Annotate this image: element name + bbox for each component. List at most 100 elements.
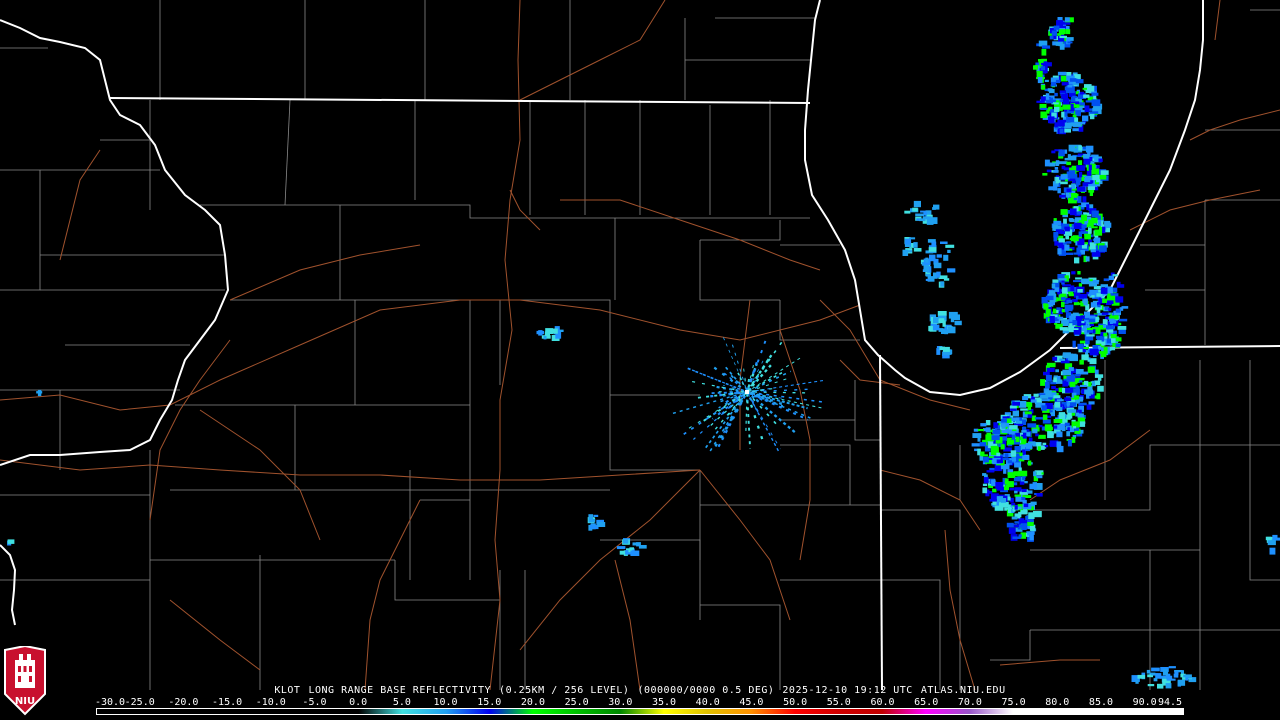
echo-cell — [1098, 219, 1102, 226]
colorbar-label: -10.0 — [255, 697, 286, 708]
colorbar-label: 10.0 — [433, 697, 458, 708]
echo-cell — [1064, 17, 1070, 22]
echo-cell — [1081, 214, 1088, 221]
echo-cell — [947, 249, 951, 253]
echo-cell — [986, 470, 995, 473]
echo-cell — [1012, 402, 1020, 406]
echo-cell — [971, 443, 980, 447]
echo-cell — [1118, 318, 1128, 322]
colorbar-label: 65.0 — [914, 697, 939, 708]
echo-cell — [1023, 508, 1028, 514]
echo-cell — [1040, 379, 1046, 386]
echo-cell — [1103, 332, 1108, 337]
echo-cell — [945, 244, 955, 248]
echo-cell — [913, 248, 922, 252]
echo-cell — [1042, 173, 1048, 176]
niu-logo-icon: NIU — [4, 646, 46, 716]
echo-cell — [1004, 478, 1009, 485]
echo-cell — [1072, 340, 1076, 348]
echo-cell — [1007, 496, 1011, 501]
echo-cell — [1091, 226, 1098, 229]
echo-cell — [1077, 320, 1082, 327]
echo-cell — [1091, 210, 1099, 218]
echo-cell — [1047, 431, 1054, 439]
echo-cell — [1075, 101, 1080, 105]
echo-cell — [1064, 226, 1070, 232]
echo-cell — [1086, 330, 1093, 333]
clutter-spoke — [742, 366, 746, 381]
echo-cell — [990, 445, 999, 453]
echo-cell — [943, 346, 950, 352]
echo-cell — [1269, 547, 1276, 555]
echo-cell — [1162, 669, 1169, 676]
echo-cell — [1092, 175, 1100, 181]
echo-cell — [1086, 404, 1092, 410]
echo-cell — [1046, 169, 1052, 173]
echo-cell — [1040, 100, 1045, 103]
echo-cell — [977, 429, 984, 432]
colorbar-label: 30.0 — [608, 697, 633, 708]
echo-cell — [947, 268, 956, 273]
echo-cell — [1044, 79, 1049, 82]
echo-cell — [1067, 439, 1072, 447]
echo-cell — [1042, 419, 1051, 424]
echo-cell — [1103, 278, 1110, 282]
echo-cell — [1106, 325, 1115, 330]
echo-cell — [1058, 34, 1065, 42]
echo-cell — [1072, 128, 1079, 132]
echo-cell — [1090, 112, 1095, 120]
echo-cell — [1081, 224, 1087, 228]
colorbar-label: 50.0 — [783, 697, 808, 708]
echo-cell — [1074, 257, 1080, 264]
echo-cell — [1055, 79, 1060, 84]
echo-cell — [1068, 170, 1076, 176]
echo-cell — [983, 428, 991, 432]
echo-cell — [1060, 231, 1065, 235]
echo-cell — [1036, 442, 1041, 446]
echo-cell — [982, 473, 987, 476]
echo-cell — [1055, 161, 1059, 166]
echo-cell — [1014, 490, 1018, 494]
echo-cell — [1009, 425, 1018, 430]
echo-cell — [1106, 329, 1114, 333]
echo-cell — [1078, 145, 1082, 151]
echo-cell — [1116, 281, 1121, 285]
clutter-spoke — [745, 399, 748, 432]
echo-cell — [1066, 299, 1073, 304]
echo-cell — [913, 242, 918, 248]
colorbar-label: 40.0 — [695, 697, 720, 708]
echo-cell — [1077, 271, 1081, 275]
echo-cell — [1014, 494, 1021, 497]
echo-cell — [1007, 440, 1014, 445]
echo-cell — [1106, 295, 1116, 301]
echo-cell — [630, 550, 640, 556]
echo-cell — [1075, 79, 1084, 84]
echo-cell — [1061, 165, 1066, 170]
echo-cell — [1069, 219, 1075, 223]
colorbar-label: 60.0 — [870, 697, 895, 708]
echo-cell — [1057, 248, 1062, 255]
echo-cell — [1090, 302, 1097, 308]
echo-cell — [1052, 308, 1057, 314]
logo-text: NIU — [15, 696, 35, 707]
echo-cell — [1109, 318, 1115, 322]
echo-cell — [1057, 316, 1064, 319]
colorbar-label: 55.0 — [826, 697, 851, 708]
echo-cell — [1058, 149, 1065, 157]
echo-cell — [920, 210, 927, 213]
echo-cell — [1076, 302, 1084, 305]
echo-cell — [937, 311, 947, 316]
echo-cell — [616, 546, 626, 550]
echo-cell — [1011, 417, 1020, 421]
echo-cell — [1008, 527, 1016, 534]
echo-cell — [1085, 100, 1092, 103]
echo-cell — [1021, 524, 1027, 530]
echo-cell — [1082, 87, 1087, 90]
echo-cell — [544, 331, 550, 336]
colorbar-label: 94.5 — [1157, 697, 1183, 708]
echo-cell — [1049, 315, 1055, 323]
echo-cell — [932, 324, 940, 331]
echo-cell — [1068, 291, 1074, 294]
echo-cell — [1080, 231, 1088, 234]
echo-cell — [1063, 129, 1071, 133]
